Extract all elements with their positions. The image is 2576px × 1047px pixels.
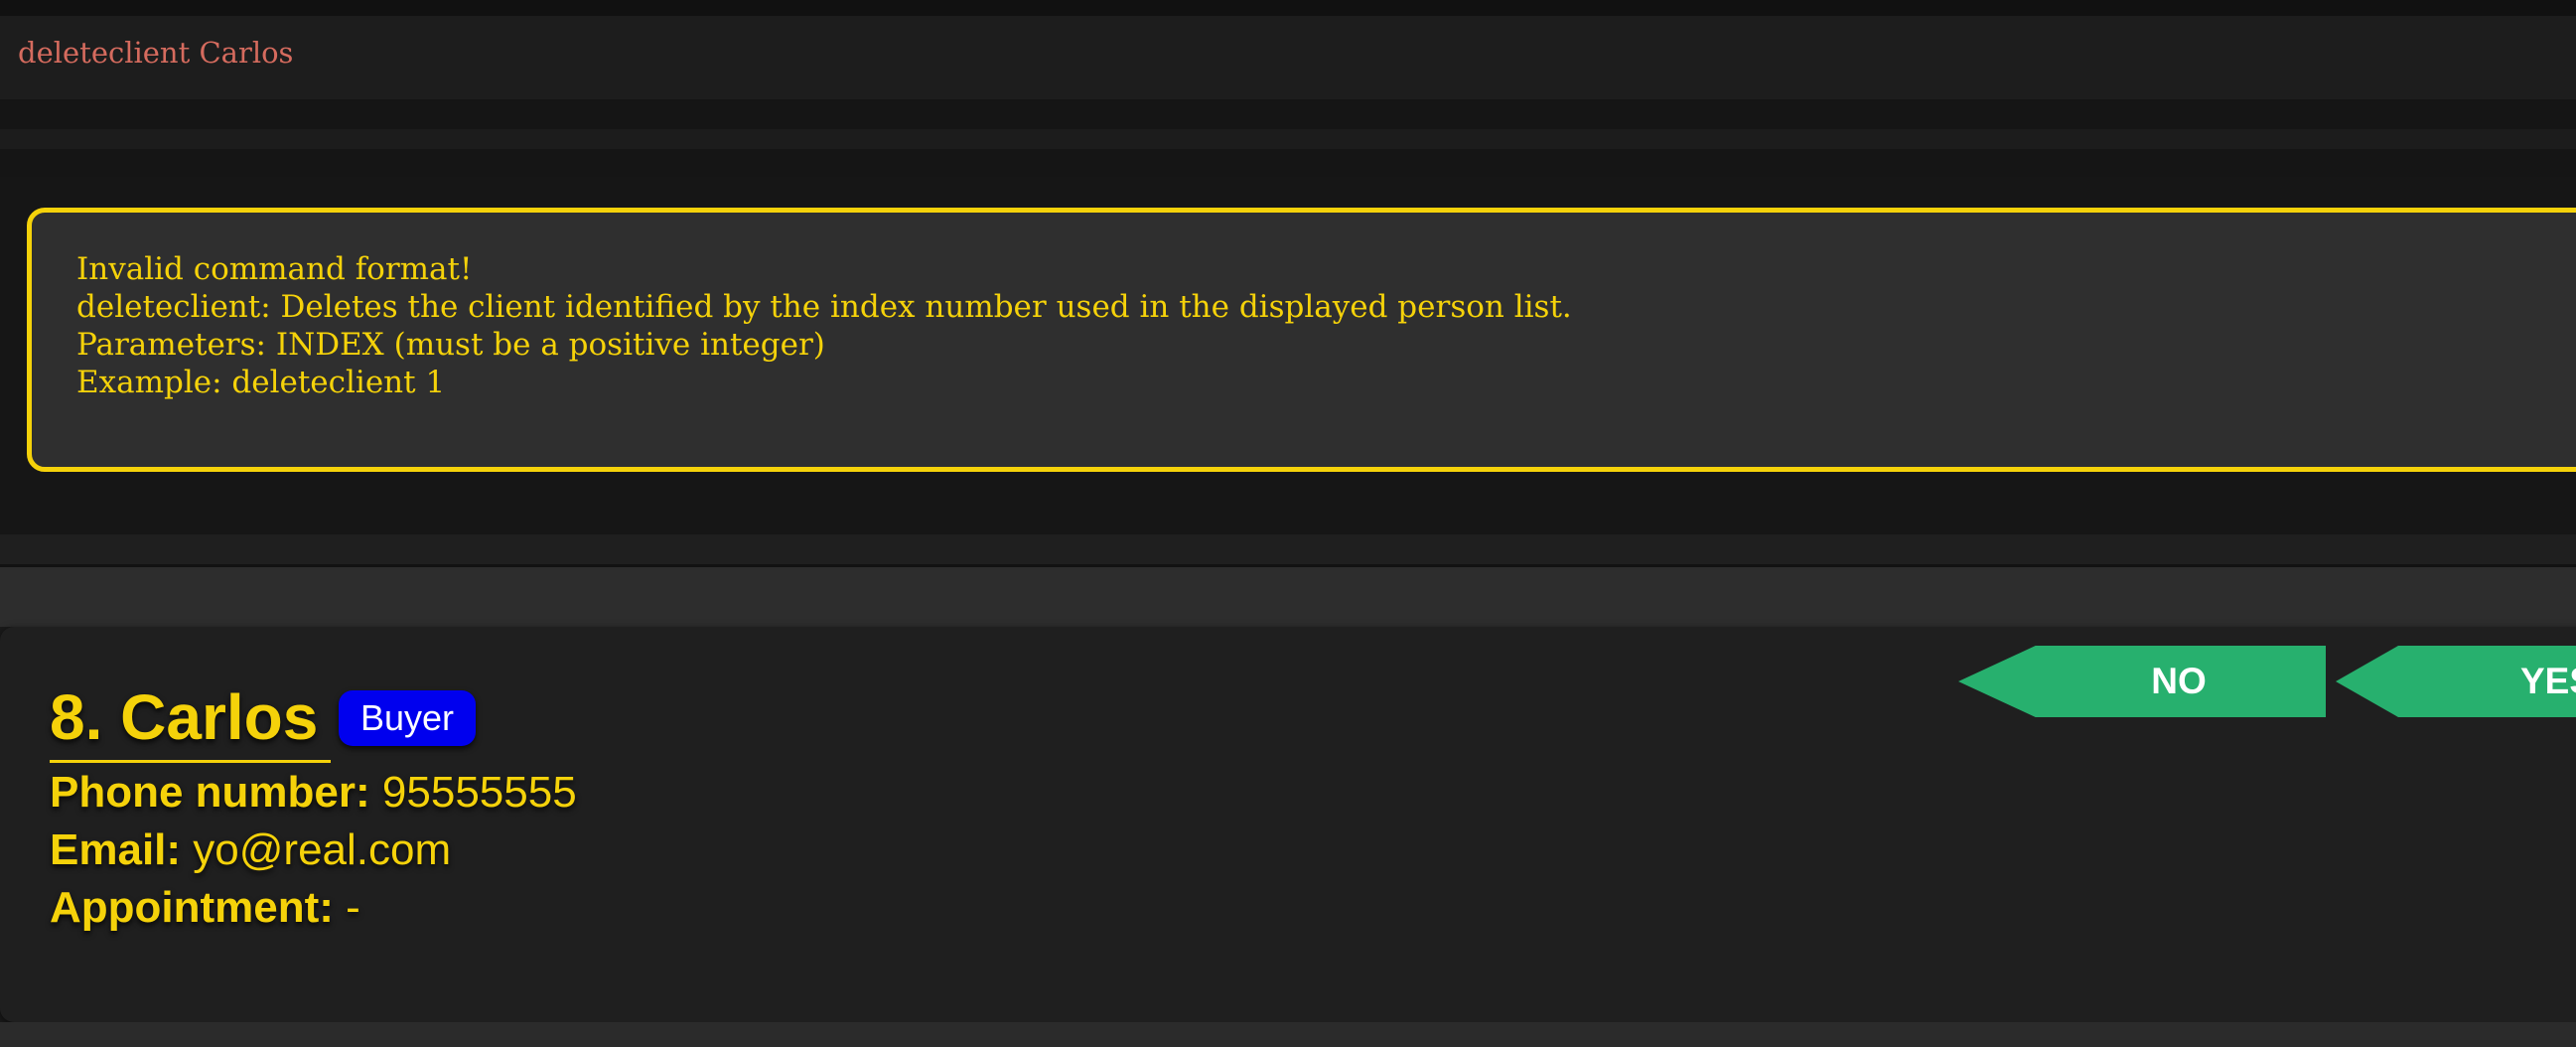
email-label: Email:: [50, 825, 182, 874]
result-display-bottom-edge: [0, 534, 2576, 567]
appointment-value: -: [346, 883, 360, 932]
appointment-label: Appointment:: [50, 883, 334, 932]
command-input-text[interactable]: deleteclient Carlos: [18, 36, 293, 70]
result-line: deleteclient: Deletes the client identif…: [76, 289, 1572, 325]
name-underline: [50, 760, 331, 763]
tag-badge: Buyer: [339, 690, 476, 746]
phone-value: 95555555: [381, 768, 577, 817]
divider: [0, 101, 2576, 129]
email-value: yo@real.com: [193, 825, 452, 874]
command-box[interactable]: deleteclient Carlos: [0, 16, 2576, 101]
window-bottom-strip: [0, 1022, 2576, 1047]
divider: [0, 149, 2576, 177]
result-display-box: Invalid command format! deleteclient: De…: [27, 208, 2576, 472]
result-line: Invalid command format!: [76, 251, 473, 287]
panel-gap: [0, 567, 2576, 627]
person-card[interactable]: 8. Carlos Buyer Phone number: 95555555 E…: [0, 627, 2576, 1022]
result-line: Example: deleteclient 1: [76, 365, 446, 400]
appointment-field: Appointment: -: [50, 880, 360, 936]
window-top-strip: [0, 0, 2576, 16]
result-text: Invalid command format! deleteclient: De…: [76, 250, 1572, 401]
phone-field: Phone number: 95555555: [50, 765, 577, 821]
result-line: Parameters: INDEX (must be a positive in…: [76, 327, 825, 363]
no-button[interactable]: NO: [1958, 646, 2326, 717]
phone-label: Phone number:: [50, 768, 370, 817]
divider: [0, 129, 2576, 149]
person-name: 8. Carlos: [50, 681, 319, 753]
yes-button[interactable]: YES: [2336, 646, 2576, 717]
email-field: Email: yo@real.com: [50, 823, 451, 878]
